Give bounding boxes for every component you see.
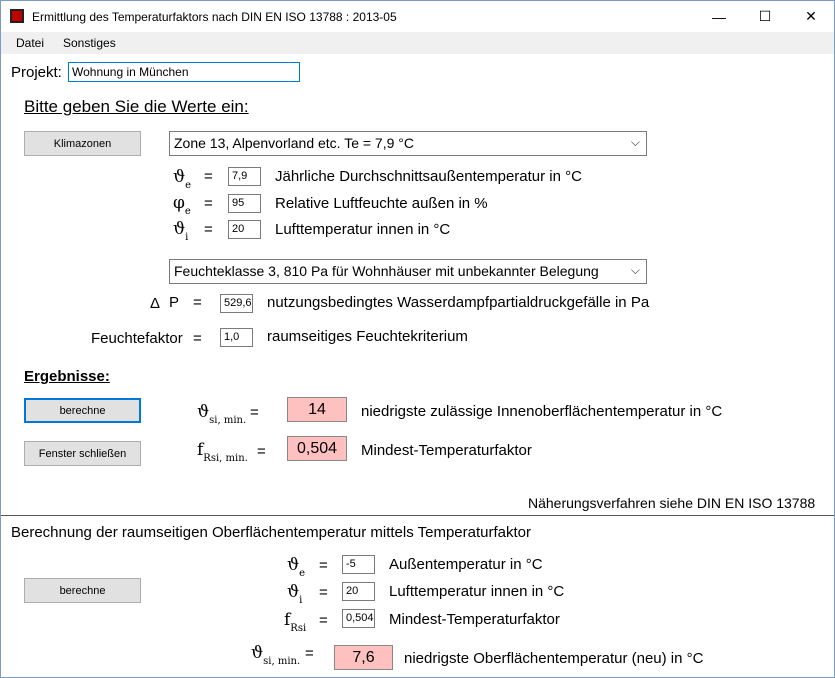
s2-f-rsi-desc: Mindest-Temperaturfaktor — [389, 611, 560, 628]
s2-theta-e-symbol: ϑe — [287, 555, 306, 579]
s2-f-rsi-eq: = — [319, 612, 328, 629]
f-rsi-eq: = — [257, 443, 266, 460]
s2-theta-e-input[interactable]: -5 — [342, 555, 375, 574]
moisture-factor-desc: raumseitiges Feuchtekriterium — [267, 328, 468, 345]
calculate-button[interactable]: berechne — [24, 398, 141, 423]
s2-theta-e-eq: = — [319, 557, 328, 574]
f-rsi-symbol: fRsi, min. — [197, 440, 248, 464]
s2-theta-i-symbol: ϑi — [287, 582, 303, 606]
s2-theta-si-eq: = — [305, 645, 314, 662]
theta-e-eq: = — [204, 168, 213, 185]
window-title: Ermittlung des Temperaturfaktors nach DI… — [32, 10, 397, 24]
delta-p-input[interactable]: 529,6 — [220, 294, 253, 313]
phi-e-symbol: φe — [173, 193, 191, 217]
section2-calculate-button[interactable]: berechne — [24, 578, 141, 603]
s2-theta-si-desc: niedrigste Oberflächentemperatur (neu) i… — [404, 650, 704, 667]
phi-e-input[interactable]: 95 — [228, 194, 261, 213]
delta-p-label: P — [169, 294, 180, 311]
menu-file[interactable]: Datei — [16, 36, 44, 50]
moisture-factor-eq: = — [193, 330, 202, 347]
input-heading: Bitte geben Sie die Werte ein: — [24, 97, 249, 116]
phi-e-eq: = — [204, 195, 213, 212]
app-icon — [10, 9, 24, 23]
s2-theta-e-desc: Außentemperatur in °C — [389, 556, 543, 573]
climate-zone-select[interactable]: Zone 13, Alpenvorland etc. Te = 7,9 °C ⌵ — [169, 131, 647, 156]
project-input[interactable]: Wohnung in München — [68, 62, 300, 82]
close-button[interactable]: ✕ — [788, 1, 834, 32]
delta-p-desc: nutzungsbedingtes Wasserdampfpartialdruc… — [267, 294, 650, 311]
s2-theta-i-eq: = — [319, 584, 328, 601]
delta-p-eq: = — [193, 294, 202, 311]
s2-theta-i-input[interactable]: 20 — [342, 582, 375, 601]
s2-theta-si-symbol: ϑsi, min. — [251, 643, 301, 667]
title-bar: Ermittlung des Temperaturfaktors nach DI… — [1, 1, 834, 32]
moisture-factor-input[interactable]: 1,0 — [220, 328, 253, 347]
project-label: Projekt: — [11, 64, 62, 81]
moisture-class-value: Feuchteklasse 3, 810 Pa für Wohnhäuser m… — [174, 263, 599, 279]
theta-e-desc: Jährliche Durchschnittsaußentemperatur i… — [275, 168, 582, 185]
results-heading: Ergebnisse: — [24, 368, 110, 385]
climate-zones-button[interactable]: Klimazonen — [24, 131, 141, 156]
theta-i-input[interactable]: 20 — [228, 220, 261, 239]
theta-i-desc: Lufttemperatur innen in °C — [275, 221, 451, 238]
s2-theta-si-result: 7,6 — [334, 645, 393, 670]
phi-e-desc: Relative Luftfeuchte außen in % — [275, 195, 488, 212]
section2-heading: Berechnung der raumseitigen Oberflächent… — [11, 524, 531, 541]
theta-e-input[interactable]: 7,9 — [228, 167, 261, 186]
moisture-class-select[interactable]: Feuchteklasse 3, 810 Pa für Wohnhäuser m… — [169, 259, 647, 284]
theta-si-symbol: ϑsi, min. — [197, 402, 247, 426]
chevron-down-icon: ⌵ — [630, 263, 640, 277]
theta-e-symbol: ϑe — [173, 167, 192, 191]
f-rsi-desc: Mindest-Temperaturfaktor — [361, 442, 532, 459]
theta-i-eq: = — [204, 221, 213, 238]
main-window: Ermittlung des Temperaturfaktors nach DI… — [0, 0, 835, 678]
theta-i-symbol: ϑi — [173, 219, 189, 243]
s2-theta-i-desc: Lufttemperatur innen in °C — [389, 583, 565, 600]
s2-f-rsi-symbol: fRsi — [284, 610, 307, 634]
chevron-down-icon: ⌵ — [630, 135, 640, 149]
theta-si-desc: niedrigste zulässige Innenoberflächentem… — [361, 403, 723, 420]
f-rsi-result: 0,504 — [287, 436, 347, 461]
close-window-button[interactable]: Fenster schließen — [24, 441, 141, 466]
menu-bar: Datei Sonstiges — [1, 32, 834, 54]
maximize-button[interactable]: ☐ — [742, 1, 788, 32]
theta-si-result: 14 — [287, 397, 347, 422]
s2-f-rsi-input[interactable]: 0,504 — [342, 609, 375, 628]
section-divider — [1, 515, 834, 516]
approximation-note: Näherungsverfahren siehe DIN EN ISO 1378… — [528, 495, 816, 511]
moisture-factor-label: Feuchtefaktor — [91, 330, 183, 347]
delta-symbol: Δ — [150, 295, 161, 312]
menu-other[interactable]: Sonstiges — [63, 36, 116, 50]
minimize-button[interactable]: — — [696, 1, 742, 32]
theta-si-eq: = — [250, 404, 259, 421]
climate-zone-value: Zone 13, Alpenvorland etc. Te = 7,9 °C — [174, 135, 414, 151]
